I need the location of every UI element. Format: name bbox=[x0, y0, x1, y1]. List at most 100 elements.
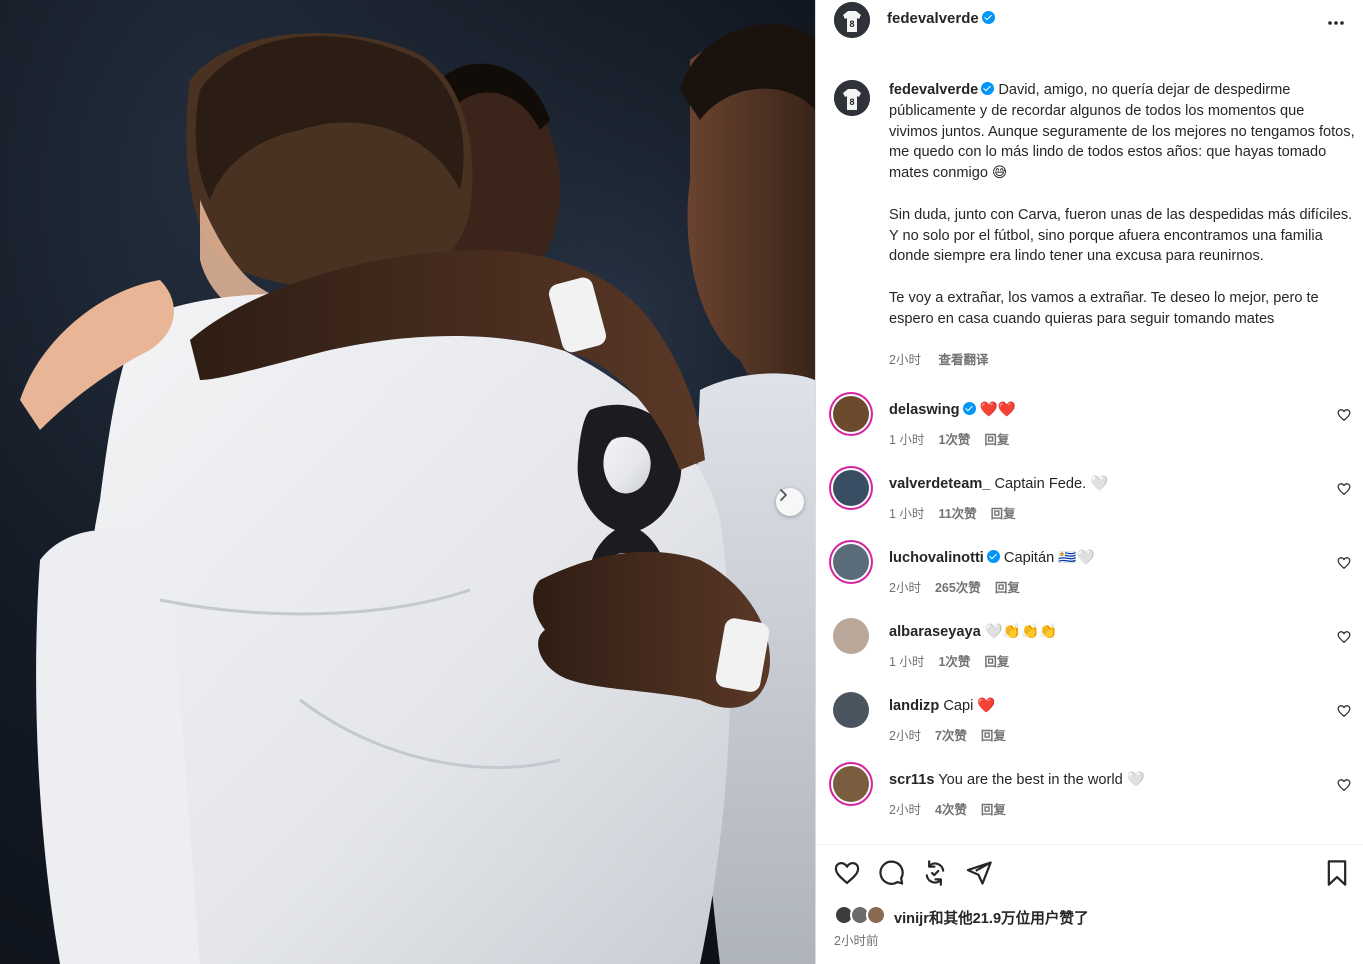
verified-badge-icon bbox=[981, 11, 995, 24]
liker-avatars[interactable] bbox=[834, 905, 890, 927]
reply-button[interactable]: 回复 bbox=[984, 655, 1009, 669]
caption-paragraph-2: Sin duda, junto con Carva, fueron unas d… bbox=[889, 206, 1353, 265]
avatar-jersey-number: 8 bbox=[849, 19, 854, 29]
post-panel: 8 fedevalverde 8 fedevalverde David, ami… bbox=[816, 0, 1363, 964]
commenter-avatar[interactable] bbox=[833, 544, 869, 580]
caption-paragraph-3: Te voy a extrañar, los vamos a extrañar.… bbox=[889, 289, 1319, 327]
post-header: 8 fedevalverde bbox=[816, 0, 1363, 40]
comment-item: delaswing ❤️❤️ 1 小时 1次赞 回复 bbox=[816, 392, 1363, 462]
comment-body: valverdeteam_ Captain Fede. 🤍 bbox=[889, 474, 1319, 492]
comment-item: scr11s You are the best in the world 🤍 2… bbox=[816, 762, 1363, 832]
comment-body: landizp Capi ❤️ bbox=[889, 696, 1319, 714]
comment-item: landizp Capi ❤️ 2小时 7次赞 回复 bbox=[816, 688, 1363, 758]
comment-icon[interactable] bbox=[877, 859, 905, 887]
heart-icon[interactable] bbox=[833, 859, 861, 887]
comment-meta: 2小时 7次赞 回复 bbox=[889, 725, 1020, 744]
reply-button[interactable]: 回复 bbox=[991, 507, 1016, 521]
comment-text: Capitán 🇺🇾🤍 bbox=[1003, 550, 1095, 566]
comment-meta: 1 小时 1次赞 回复 bbox=[889, 429, 1023, 448]
comment-body: scr11s You are the best in the world 🤍 bbox=[889, 770, 1319, 788]
comment-likes-count[interactable]: 4次赞 bbox=[935, 803, 967, 817]
comment-time: 2小时 bbox=[889, 581, 921, 595]
more-options-button[interactable] bbox=[1327, 10, 1345, 31]
caption-text-block: fedevalverde David, amigo, no quería dej… bbox=[889, 80, 1355, 371]
commenter-username[interactable]: delaswing bbox=[889, 402, 960, 418]
comment-time: 1 小时 bbox=[889, 655, 925, 669]
likes-summary[interactable]: vinijr和其他21.9万位用户赞了 bbox=[894, 907, 1089, 928]
caption-time: 2小时 bbox=[889, 353, 921, 368]
comment-time: 1 小时 bbox=[889, 433, 925, 447]
chevron-right-icon bbox=[780, 489, 787, 501]
bookmark-icon[interactable] bbox=[1325, 859, 1349, 887]
comment-body: albaraseyaya 🤍👏👏👏 bbox=[889, 622, 1319, 640]
reply-button[interactable]: 回复 bbox=[981, 729, 1006, 743]
comment-likes-count[interactable]: 265次赞 bbox=[935, 581, 981, 595]
liked-by-username[interactable]: vinijr bbox=[894, 911, 929, 927]
comment-likes-count[interactable]: 11次赞 bbox=[938, 507, 976, 521]
comment-meta: 1 小时 11次赞 回复 bbox=[889, 503, 1030, 522]
post-actions-bar: vinijr和其他21.9万位用户赞了 2小时前 bbox=[816, 844, 1363, 964]
comment-text: 🤍👏👏👏 bbox=[984, 624, 1058, 640]
commenter-avatar[interactable] bbox=[833, 618, 869, 654]
comment-item: albaraseyaya 🤍👏👏👏 1 小时 1次赞 回复 bbox=[816, 614, 1363, 684]
likes-count-text[interactable]: 和其他21.9万位用户赞了 bbox=[929, 911, 1089, 927]
comment-item: valverdeteam_ Captain Fede. 🤍 1 小时 11次赞 回复 bbox=[816, 466, 1363, 536]
commenter-avatar[interactable] bbox=[833, 766, 869, 802]
comment-text: Captain Fede. 🤍 bbox=[994, 476, 1109, 492]
caption-meta: 2小时 查看翻译 bbox=[889, 350, 1355, 371]
like-comment-heart-icon[interactable] bbox=[1337, 408, 1351, 422]
commenter-username[interactable]: albaraseyaya bbox=[889, 624, 981, 640]
caption-author-avatar[interactable]: 8 bbox=[834, 80, 870, 116]
comment-likes-count[interactable]: 1次赞 bbox=[938, 655, 970, 669]
like-comment-heart-icon[interactable] bbox=[1337, 482, 1351, 496]
jersey-avatar-image: 8 bbox=[834, 80, 870, 116]
comment-meta: 2小时 265次赞 回复 bbox=[889, 577, 1034, 596]
comment-text: You are the best in the world 🤍 bbox=[938, 772, 1145, 788]
author-avatar[interactable]: 8 bbox=[834, 2, 870, 38]
send-icon[interactable] bbox=[965, 859, 993, 887]
next-photo-button[interactable] bbox=[776, 488, 804, 516]
jersey-avatar-image: 8 bbox=[834, 2, 870, 38]
comment-meta: 1 小时 1次赞 回复 bbox=[889, 651, 1023, 670]
comment-likes-count[interactable]: 7次赞 bbox=[935, 729, 967, 743]
comment-meta: 2小时 4次赞 回复 bbox=[889, 799, 1020, 818]
commenter-avatar[interactable] bbox=[833, 470, 869, 506]
commenter-username[interactable]: scr11s bbox=[889, 772, 934, 788]
comment-text: Capi ❤️ bbox=[943, 698, 996, 714]
like-comment-heart-icon[interactable] bbox=[1337, 704, 1351, 718]
like-comment-heart-icon[interactable] bbox=[1337, 630, 1351, 644]
commenter-username[interactable]: luchovalinotti bbox=[889, 550, 984, 566]
liker-avatar bbox=[866, 905, 886, 925]
reply-button[interactable]: 回复 bbox=[995, 581, 1020, 595]
commenter-username[interactable]: valverdeteam_ bbox=[889, 476, 990, 492]
commenter-avatar[interactable] bbox=[833, 396, 869, 432]
post-timestamp: 2小时前 bbox=[834, 934, 879, 948]
see-translation-link[interactable]: 查看翻译 bbox=[938, 353, 988, 367]
reply-button[interactable]: 回复 bbox=[981, 803, 1006, 817]
author-username[interactable]: fedevalverde bbox=[887, 10, 995, 27]
comment-item: luchovalinotti Capitán 🇺🇾🤍 2小时 265次赞 回复 bbox=[816, 540, 1363, 610]
like-comment-heart-icon[interactable] bbox=[1337, 778, 1351, 792]
caption-username[interactable]: fedevalverde bbox=[889, 82, 978, 98]
comments-list[interactable]: delaswing ❤️❤️ 1 小时 1次赞 回复 valverdeteam_ C… bbox=[816, 392, 1363, 844]
comment-time: 1 小时 bbox=[889, 507, 925, 521]
comment-time: 2小时 bbox=[889, 729, 921, 743]
verified-badge-icon bbox=[981, 82, 995, 95]
like-comment-heart-icon[interactable] bbox=[1337, 556, 1351, 570]
players-hug-illustration bbox=[0, 0, 815, 964]
commenter-username[interactable]: landizp bbox=[889, 698, 939, 714]
verified-badge-icon bbox=[986, 550, 1000, 563]
repost-icon[interactable] bbox=[921, 859, 949, 887]
reply-button[interactable]: 回复 bbox=[984, 433, 1009, 447]
comment-body: delaswing ❤️❤️ bbox=[889, 400, 1319, 418]
commenter-avatar[interactable] bbox=[833, 692, 869, 728]
more-horizontal-icon bbox=[1328, 21, 1344, 25]
comment-body: luchovalinotti Capitán 🇺🇾🤍 bbox=[889, 548, 1319, 566]
verified-badge-icon bbox=[962, 402, 976, 415]
avatar-jersey-number: 8 bbox=[849, 97, 854, 107]
post-photo[interactable] bbox=[0, 0, 815, 964]
comment-likes-count[interactable]: 1次赞 bbox=[938, 433, 970, 447]
comment-time: 2小时 bbox=[889, 803, 921, 817]
author-username-text[interactable]: fedevalverde bbox=[887, 10, 979, 27]
comment-text: ❤️❤️ bbox=[979, 402, 1016, 418]
